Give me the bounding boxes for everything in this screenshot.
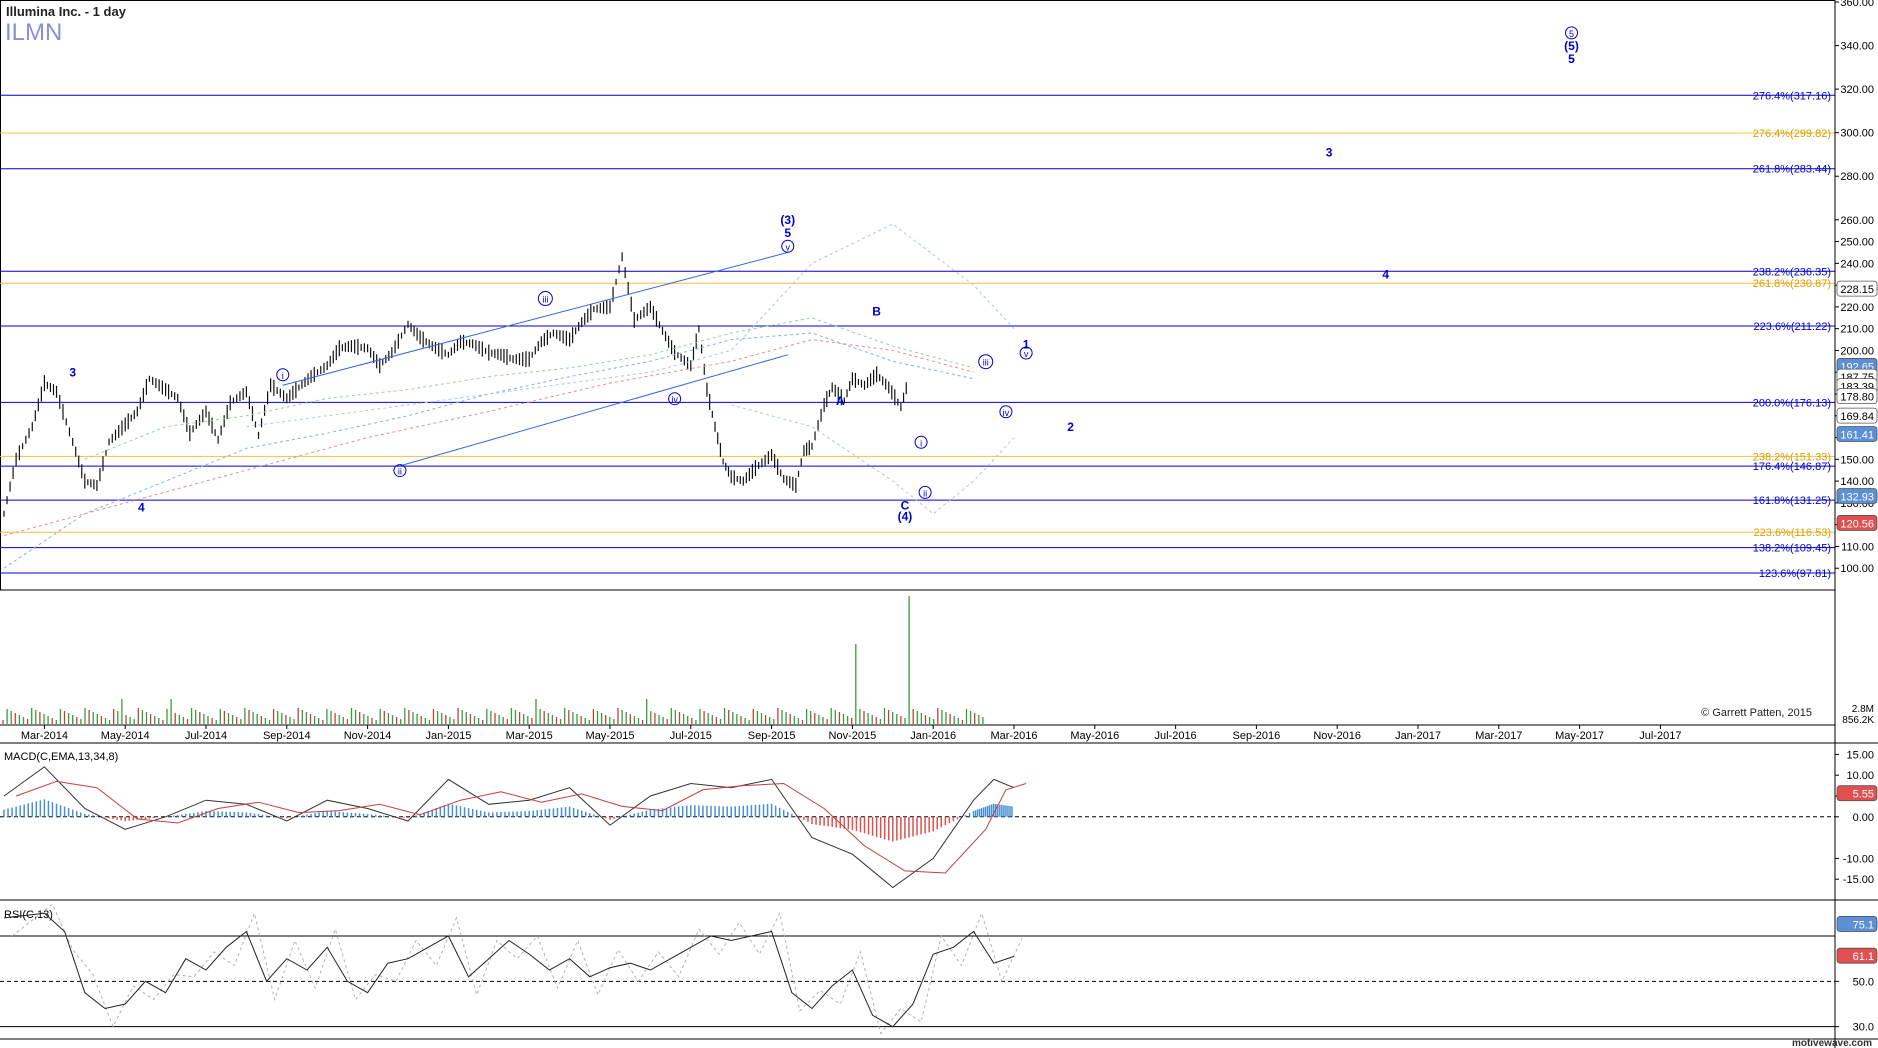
macd-badge-label: 5.55	[1853, 789, 1874, 801]
time-axis-label: Jul-2017	[1639, 730, 1681, 742]
time-axis-label: May-2017	[1555, 730, 1604, 742]
macd-axis-label: 15.00	[1846, 749, 1874, 761]
rsi-axis-label: 50.0	[1853, 976, 1874, 988]
wave-label: v	[1024, 349, 1029, 359]
time-axis-label: Jul-2014	[185, 730, 227, 742]
time-axis-label: Sep-2016	[1233, 730, 1281, 742]
macd-axis-label: 0.00	[1853, 812, 1874, 824]
price-badge-label: 178.80	[1840, 392, 1874, 404]
time-axis-label: Nov-2014	[344, 730, 392, 742]
wave-label: 2	[1067, 420, 1074, 434]
time-axis-label: Sep-2015	[748, 730, 796, 742]
macd-axis-label: -10.00	[1843, 853, 1874, 865]
fib-level-label: 261.8%(283.44)	[1753, 164, 1831, 176]
price-badge-label: 120.56	[1840, 518, 1874, 530]
fib-level-label: 123.6%(97.81)	[1759, 568, 1831, 580]
background	[0, 0, 1878, 1048]
time-axis-label: May-2016	[1070, 730, 1119, 742]
macd-title: MACD(C,EMA,13,34,8)	[4, 751, 118, 763]
price-badge-label: 169.84	[1840, 411, 1874, 423]
price-axis-label: 260.00	[1840, 215, 1874, 227]
wave-label: i	[920, 438, 922, 448]
time-axis-label: Mar-2014	[21, 730, 68, 742]
time-axis-label: May-2014	[101, 730, 150, 742]
time-axis-label: Sep-2014	[263, 730, 311, 742]
price-axis-label: 150.00	[1840, 454, 1874, 466]
price-axis-label: 240.00	[1840, 258, 1874, 270]
price-axis-label: 250.00	[1840, 237, 1874, 249]
wave-label: ii	[923, 488, 927, 498]
fib-level-label: 223.6%(211.22)	[1754, 321, 1831, 333]
fib-level-label: 238.2%(236.35)	[1753, 266, 1831, 278]
price-axis-label: 100.00	[1840, 563, 1874, 575]
wave-label: ii	[398, 467, 402, 477]
fib-level-label: 276.4%(317.16)	[1753, 90, 1831, 102]
chart-canvas: 276.4%(317.16) 276.4%(299.82) 261.8%(283.4…	[0, 0, 1878, 1048]
wave-label: B	[872, 305, 881, 319]
time-axis-label: Jan-2017	[1395, 730, 1441, 742]
volume-axis-label: 2.8M	[1852, 704, 1874, 715]
macd-axis-label: 10.00	[1846, 770, 1874, 782]
price-axis-label: 210.00	[1840, 324, 1874, 336]
macd-axis-label: -15.00	[1843, 874, 1874, 886]
wave-label: (5)	[1564, 39, 1579, 53]
symbol-watermark: ILMN	[5, 19, 62, 46]
price-badge-label: 132.93	[1840, 492, 1874, 504]
time-axis-label: Mar-2015	[506, 730, 553, 742]
price-axis-label: 280.00	[1840, 171, 1874, 183]
wave-label: 4	[1382, 268, 1389, 282]
fib-level-label: 138.2%(109.45)	[1753, 543, 1831, 555]
wave-label: 5	[1569, 29, 1574, 39]
site-watermark: motivewave.com	[1792, 1038, 1872, 1048]
price-badge-label: 228.15	[1840, 284, 1874, 296]
fib-level-label: 223.6%(116.53)	[1754, 527, 1831, 539]
wave-label: (4)	[898, 509, 913, 523]
chart-title: Illumina Inc. - 1 day	[6, 4, 127, 19]
time-axis-label: Jan-2015	[425, 730, 471, 742]
wave-label: iii	[542, 295, 548, 305]
rsi-badge-label: 61.1	[1853, 951, 1874, 963]
rsi-badge-label: 75.1	[1853, 919, 1874, 931]
time-axis-label: Jul-2015	[670, 730, 712, 742]
price-axis-label: 360.00	[1840, 0, 1874, 9]
time-axis-label: Mar-2017	[1475, 730, 1522, 742]
fib-level-label: 261.8%(230.87)	[1753, 278, 1831, 290]
wave-label: 5	[784, 226, 791, 240]
wave-label: iv	[671, 395, 678, 405]
wave-label: iv	[1003, 408, 1010, 418]
price-axis-label: 300.00	[1840, 128, 1874, 140]
fib-level-label: 200.0%(176.13)	[1753, 397, 1831, 409]
price-badge-label: 161.41	[1840, 429, 1874, 441]
wave-label: i	[282, 371, 284, 381]
time-axis-label: Nov-2016	[1313, 730, 1361, 742]
wave-label: 3	[1326, 146, 1333, 160]
fib-level-label: 176.4%(146.87)	[1753, 461, 1831, 473]
price-axis-label: 340.00	[1840, 41, 1874, 53]
price-axis-label: 200.00	[1840, 345, 1874, 357]
fib-level-label: 276.4%(299.82)	[1753, 128, 1831, 140]
wave-label: 5	[1568, 52, 1575, 66]
volume-axis-label: 856.2K	[1842, 715, 1874, 726]
fib-level-label: 161.8%(131.25)	[1753, 495, 1831, 507]
rsi-axis-label: 30.0	[1853, 1022, 1874, 1034]
price-axis-label: 110.00	[1841, 541, 1874, 553]
time-axis-label: Jan-2016	[910, 730, 956, 742]
time-axis-label: Nov-2015	[829, 730, 877, 742]
wave-label: (3)	[780, 213, 795, 227]
time-axis-label: Jul-2016	[1154, 730, 1196, 742]
time-axis-label: Mar-2016	[990, 730, 1037, 742]
wave-label: v	[786, 242, 791, 252]
price-axis-label: 220.00	[1840, 302, 1874, 314]
wave-label: iii	[983, 358, 989, 368]
time-axis-label: May-2015	[586, 730, 635, 742]
wave-label: A	[836, 394, 845, 408]
price-axis-label: 320.00	[1840, 84, 1874, 96]
price-axis-label: 140.00	[1840, 476, 1874, 488]
wave-label: 4	[138, 501, 145, 515]
copyright-text: © Garrett Patten, 2015	[1701, 707, 1812, 719]
wave-label: 3	[69, 366, 76, 380]
